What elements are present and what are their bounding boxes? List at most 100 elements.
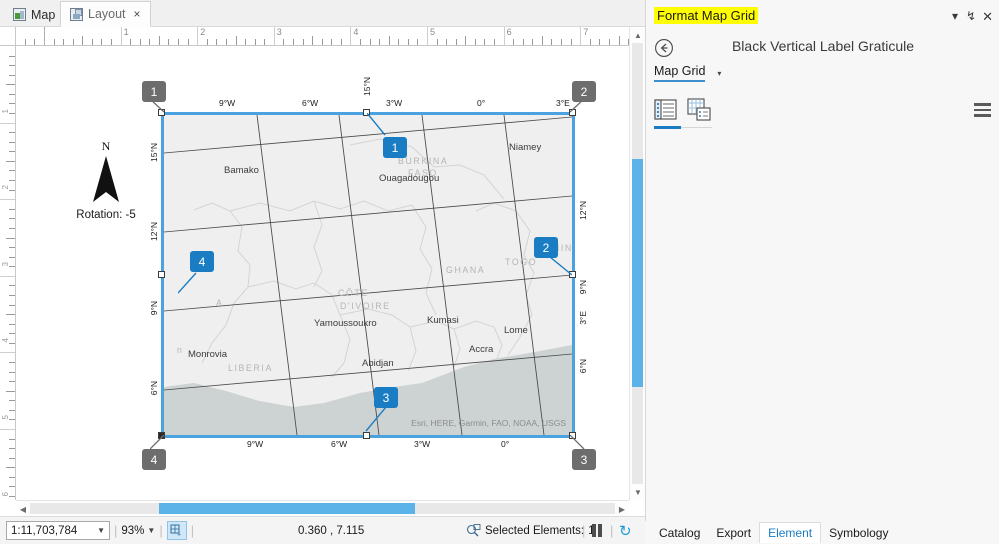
graticule-label-bottom: 0° (501, 439, 509, 449)
north-arrow-group[interactable]: N Rotation: -5 (71, 139, 141, 221)
properties-tab-icon[interactable] (654, 98, 679, 122)
tab-map[interactable]: Map (4, 2, 64, 27)
ruler-number: 6 (1, 492, 10, 496)
pane-title: Format Map Grid (654, 7, 758, 24)
tab-map-label: Map (31, 8, 55, 22)
corner-badge-2[interactable]: 2 (572, 81, 596, 102)
ruler-tick (437, 39, 438, 45)
map-frame[interactable]: Bamako Ouagadougou Niamey Yamoussoukro K… (164, 115, 572, 435)
map-country-label: D'IVOIRE (340, 301, 391, 311)
graticule-label-bottom: 9°W (247, 439, 263, 449)
layout-canvas[interactable]: N Rotation: -5 (16, 46, 629, 500)
horizontal-ruler[interactable]: 1234567 (16, 27, 629, 46)
tab-export[interactable]: Export (708, 523, 759, 543)
corner-badge-1[interactable]: 1 (142, 81, 166, 102)
map-city-label: Bamako (224, 165, 259, 176)
tab-layout[interactable]: Layout × (60, 1, 151, 27)
map-country-label: FASO (408, 168, 438, 178)
callout-tail (364, 407, 388, 433)
ruler-tick (370, 39, 371, 45)
resize-handle-bottom-center[interactable] (363, 432, 370, 439)
edge-badge-3[interactable]: 3 (374, 387, 398, 408)
close-icon[interactable]: × (134, 7, 141, 21)
vertical-ruler[interactable]: 123456 (0, 46, 16, 500)
ruler-corner (0, 27, 16, 46)
pane-dropdown-icon[interactable]: ▾ (952, 9, 958, 23)
chevron-down-icon[interactable]: ▼ (97, 526, 105, 535)
ruler-tick (9, 477, 15, 478)
close-icon[interactable]: ✕ (982, 9, 993, 25)
chevron-down-icon[interactable]: ▾ (717, 69, 721, 78)
ruler-tick (9, 94, 15, 95)
map-city-label: Abidjan (362, 358, 394, 369)
ruler-tick (245, 39, 246, 45)
components-tab-icon[interactable] (687, 98, 712, 122)
svg-text:+: + (177, 532, 181, 538)
edge-badge-1[interactable]: 1 (383, 137, 407, 158)
edge-badge-2[interactable]: 2 (534, 237, 558, 258)
status-bar: 1:11,703,784 ▼ | 93% ▼ | + | 0.360 , 7.1… (0, 516, 645, 544)
scale-selector[interactable]: 1:11,703,784 ▼ (6, 521, 110, 540)
scroll-down-icon[interactable]: ▼ (630, 484, 646, 500)
ruler-tick (9, 132, 15, 133)
tab-layout-label: Layout (88, 7, 126, 21)
grid-glyph: + (170, 524, 183, 537)
graticule-label-top: 3°W (386, 98, 402, 108)
ruler-major-line (0, 199, 16, 200)
zoom-value: 93% (121, 525, 144, 537)
map-country-label: n (177, 345, 182, 355)
ruler-tick (465, 36, 466, 45)
ruler-tick (149, 39, 150, 45)
ruler-tick (9, 324, 15, 325)
ruler-tick (293, 39, 294, 45)
ruler-number: 6 (505, 27, 512, 37)
pane-header: Format Map Grid ▾ ↯ ✕ (646, 4, 999, 26)
ruler-number: 7 (581, 27, 588, 37)
canvas-vertical-scrollbar[interactable]: ▲ ▼ (629, 27, 645, 500)
tab-element[interactable]: Element (759, 522, 821, 543)
refresh-icon[interactable]: ↻ (619, 522, 632, 540)
corner-badge-3[interactable]: 3 (572, 449, 596, 470)
canvas-horizontal-scrollbar[interactable]: ◀ ▶ (16, 500, 629, 516)
map-grid-selector[interactable]: Map Grid ▾ (654, 64, 721, 82)
scroll-up-icon[interactable]: ▲ (630, 27, 646, 43)
scroll-thumb[interactable] (632, 159, 643, 387)
pause-drawing-icon[interactable] (592, 524, 602, 537)
snap-grid-icon[interactable]: + (167, 521, 187, 540)
resize-handle-middle-left[interactable] (158, 271, 165, 278)
scroll-left-icon[interactable]: ◀ (16, 501, 30, 517)
tab-symbology[interactable]: Symbology (821, 523, 896, 543)
chevron-down-icon[interactable]: ▼ (147, 526, 155, 535)
hamburger-menu-icon[interactable] (974, 103, 991, 120)
ruler-tick (6, 161, 15, 162)
ruler-tick (9, 439, 15, 440)
ruler-tick (6, 238, 15, 239)
ruler-number: 4 (1, 338, 10, 342)
ruler-tick (551, 39, 552, 45)
ruler-tick (9, 333, 15, 334)
ruler-tick (9, 65, 15, 66)
scroll-thumb[interactable] (159, 503, 415, 514)
ruler-tick (9, 180, 15, 181)
corner-badge-4[interactable]: 4 (142, 449, 166, 470)
graticule-label-top: 0° (477, 98, 485, 108)
edge-badge-4[interactable]: 4 (190, 251, 214, 272)
ruler-tick (9, 170, 15, 171)
ruler-tick (609, 39, 610, 45)
scroll-right-icon[interactable]: ▶ (615, 501, 629, 517)
ruler-tick (542, 36, 543, 45)
ruler-number: 1 (122, 27, 129, 37)
ruler-tick (341, 39, 342, 45)
pin-icon[interactable]: ↯ (966, 9, 976, 23)
map-frame-group[interactable]: Bamako Ouagadougou Niamey Yamoussoukro K… (164, 115, 572, 435)
ruler-tick (303, 39, 304, 45)
ruler-tick (63, 39, 64, 45)
select-elements-icon (466, 524, 481, 538)
zoom-selector[interactable]: 93% ▼ (121, 525, 155, 537)
selected-elements-status[interactable]: Selected Elements: 1 (466, 524, 595, 538)
selected-elements-label: Selected Elements: (485, 525, 584, 537)
ruler-tick (331, 39, 332, 45)
ruler-tick (9, 56, 15, 57)
tab-catalog[interactable]: Catalog (651, 523, 708, 543)
ruler-tick (599, 39, 600, 45)
